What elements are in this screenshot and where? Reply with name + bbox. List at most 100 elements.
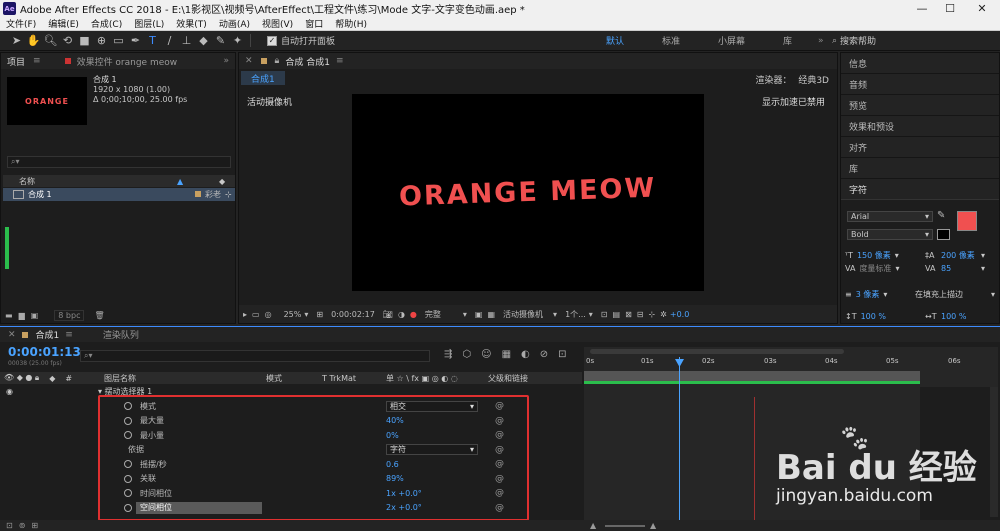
- comp-breadcrumb[interactable]: 合成1: [241, 71, 285, 85]
- minimize-button[interactable]: —: [908, 0, 936, 17]
- col-parent[interactable]: 父级和链接: [488, 373, 528, 384]
- search-help-input[interactable]: 搜索帮助: [840, 34, 876, 47]
- new-folder-icon[interactable]: ▆: [19, 311, 25, 320]
- auto-open-panels-toggle[interactable]: ✓ 自动打开面板: [267, 34, 335, 47]
- timeline-current-time[interactable]: 0:00:01:13: [8, 345, 81, 359]
- fill-color-swatch[interactable]: [957, 211, 977, 231]
- monitor-icon[interactable]: ▭: [252, 310, 260, 319]
- chevron-down-icon[interactable]: ▾: [895, 251, 899, 260]
- current-time[interactable]: 0:00:02:17: [331, 310, 375, 319]
- stroke-color-swatch[interactable]: [937, 229, 950, 240]
- font-size-value[interactable]: 150 像素: [857, 250, 891, 261]
- zoom-dropdown[interactable]: 25%: [284, 310, 302, 319]
- tab-effect-controls[interactable]: 效果控件 orange meow: [77, 55, 178, 68]
- kerning-value[interactable]: 度量标准: [859, 263, 891, 274]
- project-item-row[interactable]: 合成 1 彩老 ⊹: [3, 188, 235, 201]
- new-comp-icon[interactable]: ▣: [31, 311, 39, 320]
- project-search-input[interactable]: ⌕▾: [7, 156, 231, 168]
- selection-tool-icon[interactable]: ➤: [8, 32, 25, 49]
- mask-visibility-icon[interactable]: ▤: [613, 310, 621, 319]
- panel-library[interactable]: 库: [841, 158, 999, 179]
- sort-arrow-icon[interactable]: ▲: [177, 177, 183, 186]
- timeline-graph-area[interactable]: 0s 01s 02s 03s 04s 05s 06s: [584, 347, 998, 531]
- zoom-out-icon[interactable]: ▲: [590, 521, 596, 530]
- workspace-default[interactable]: 默认: [600, 34, 630, 47]
- type-tool-icon[interactable]: T: [144, 32, 161, 49]
- timeline-search-input[interactable]: ⌕▾: [80, 350, 430, 362]
- toggle-switches-icon[interactable]: ⊡: [6, 521, 13, 530]
- roto-brush-tool-icon[interactable]: ✎: [212, 32, 229, 49]
- chevron-down-icon[interactable]: ▾: [553, 310, 557, 319]
- menu-layer[interactable]: 图层(L): [128, 17, 170, 30]
- fit-icon[interactable]: ⊞: [316, 310, 323, 319]
- label-icon[interactable]: ◆: [49, 374, 55, 383]
- color-channels-icon[interactable]: ●: [410, 310, 417, 319]
- close-tab-icon[interactable]: ✕: [245, 56, 253, 66]
- panel-preview[interactable]: 预览: [841, 95, 999, 116]
- frame-blending-icon[interactable]: ▦: [502, 349, 511, 360]
- timeline-link-icon[interactable]: ⊟: [637, 310, 644, 319]
- tab-timeline-comp[interactable]: 合成1: [36, 328, 60, 341]
- av-switches-icon[interactable]: 👁︎ ◆ ● 🔒︎: [4, 373, 39, 383]
- comp-mini-flowchart-icon[interactable]: ⇶: [444, 349, 452, 360]
- motion-blur-icon[interactable]: ◐: [521, 349, 530, 360]
- menu-effect[interactable]: 效果(T): [170, 17, 213, 30]
- fast-preview-icon[interactable]: ⊠: [625, 310, 632, 319]
- col-name[interactable]: 名称: [19, 176, 35, 187]
- panel-audio[interactable]: 音频: [841, 74, 999, 95]
- toggle-in-out-icon[interactable]: ⊞: [31, 521, 38, 530]
- zoom-tool-icon[interactable]: 🔍︎: [42, 32, 59, 49]
- panel-menu-icon[interactable]: ≡: [65, 330, 73, 340]
- vertical-scale-value[interactable]: 100 %: [861, 312, 886, 321]
- always-preview-icon[interactable]: ▸: [243, 310, 247, 319]
- panel-menu-icon[interactable]: ≡: [33, 56, 41, 66]
- label-tag-icon[interactable]: ◆: [219, 177, 225, 186]
- brush-tool-icon[interactable]: ∕: [161, 32, 178, 49]
- playhead[interactable]: [679, 357, 680, 531]
- eraser-tool-icon[interactable]: ◆: [195, 32, 212, 49]
- flowchart-icon[interactable]: ⊹: [648, 310, 655, 319]
- snapshot-icon[interactable]: 📷︎: [383, 310, 393, 319]
- playhead-handle-icon[interactable]: [675, 359, 684, 367]
- chevron-down-icon[interactable]: ▾: [991, 290, 995, 299]
- font-style-dropdown[interactable]: Bold ▾: [847, 229, 933, 240]
- chevron-down-icon[interactable]: ▾: [589, 310, 593, 319]
- menu-window[interactable]: 窗口: [299, 17, 329, 30]
- panel-more-icon[interactable]: »: [223, 56, 229, 66]
- leading-value[interactable]: 200 像素: [941, 250, 975, 261]
- font-family-dropdown[interactable]: Arial ▾: [847, 211, 933, 222]
- clone-stamp-tool-icon[interactable]: ⊥: [178, 32, 195, 49]
- hand-tool-icon[interactable]: ✋: [25, 32, 42, 49]
- close-tab-icon[interactable]: ✕: [8, 330, 16, 340]
- tab-render-queue[interactable]: 渲染队列: [103, 328, 139, 341]
- menu-edit[interactable]: 编辑(E): [42, 17, 85, 30]
- zoom-in-icon[interactable]: ▲: [650, 521, 656, 530]
- chevron-down-icon[interactable]: ▾: [981, 251, 985, 260]
- col-switches[interactable]: 单 ☆ \ fx ▣ ◎ ◐ ◌: [386, 373, 458, 384]
- timeline-scrollbar[interactable]: [990, 387, 998, 517]
- workspace-small-screen[interactable]: 小屏幕: [712, 34, 751, 47]
- chevron-down-icon[interactable]: ▾: [883, 290, 887, 299]
- stroke-type-dropdown[interactable]: 在填充上描边: [915, 289, 963, 300]
- zoom-slider[interactable]: [605, 525, 645, 527]
- interpret-footage-icon[interactable]: ▬: [5, 311, 13, 320]
- vr-icon[interactable]: ◎: [265, 310, 272, 319]
- fit-timeline-icon[interactable]: ⊡: [558, 349, 566, 360]
- region-of-interest-icon[interactable]: ▣: [475, 310, 483, 319]
- menu-animation[interactable]: 动画(A): [213, 17, 256, 30]
- menu-view[interactable]: 视图(V): [256, 17, 299, 30]
- rotate-tool-icon[interactable]: ⟲: [59, 32, 76, 49]
- workspace-standard[interactable]: 标准: [656, 34, 686, 47]
- horizontal-scale-value[interactable]: 100 %: [941, 312, 966, 321]
- camera-tool-icon[interactable]: ■: [76, 32, 93, 49]
- layer-duration-bar[interactable]: [584, 381, 920, 384]
- tab-project[interactable]: 项目: [7, 55, 25, 68]
- resolution-dropdown[interactable]: 完整: [425, 309, 441, 320]
- chevron-down-icon[interactable]: ▾: [895, 264, 899, 273]
- show-snapshot-icon[interactable]: ◑: [398, 310, 405, 319]
- bpc-button[interactable]: 8 bpc: [54, 309, 85, 321]
- panel-info[interactable]: 信息: [841, 53, 999, 74]
- menu-help[interactable]: 帮助(H): [329, 17, 373, 30]
- toggle-modes-icon[interactable]: ⊚: [19, 521, 26, 530]
- lock-icon[interactable]: 🔒︎: [275, 56, 280, 66]
